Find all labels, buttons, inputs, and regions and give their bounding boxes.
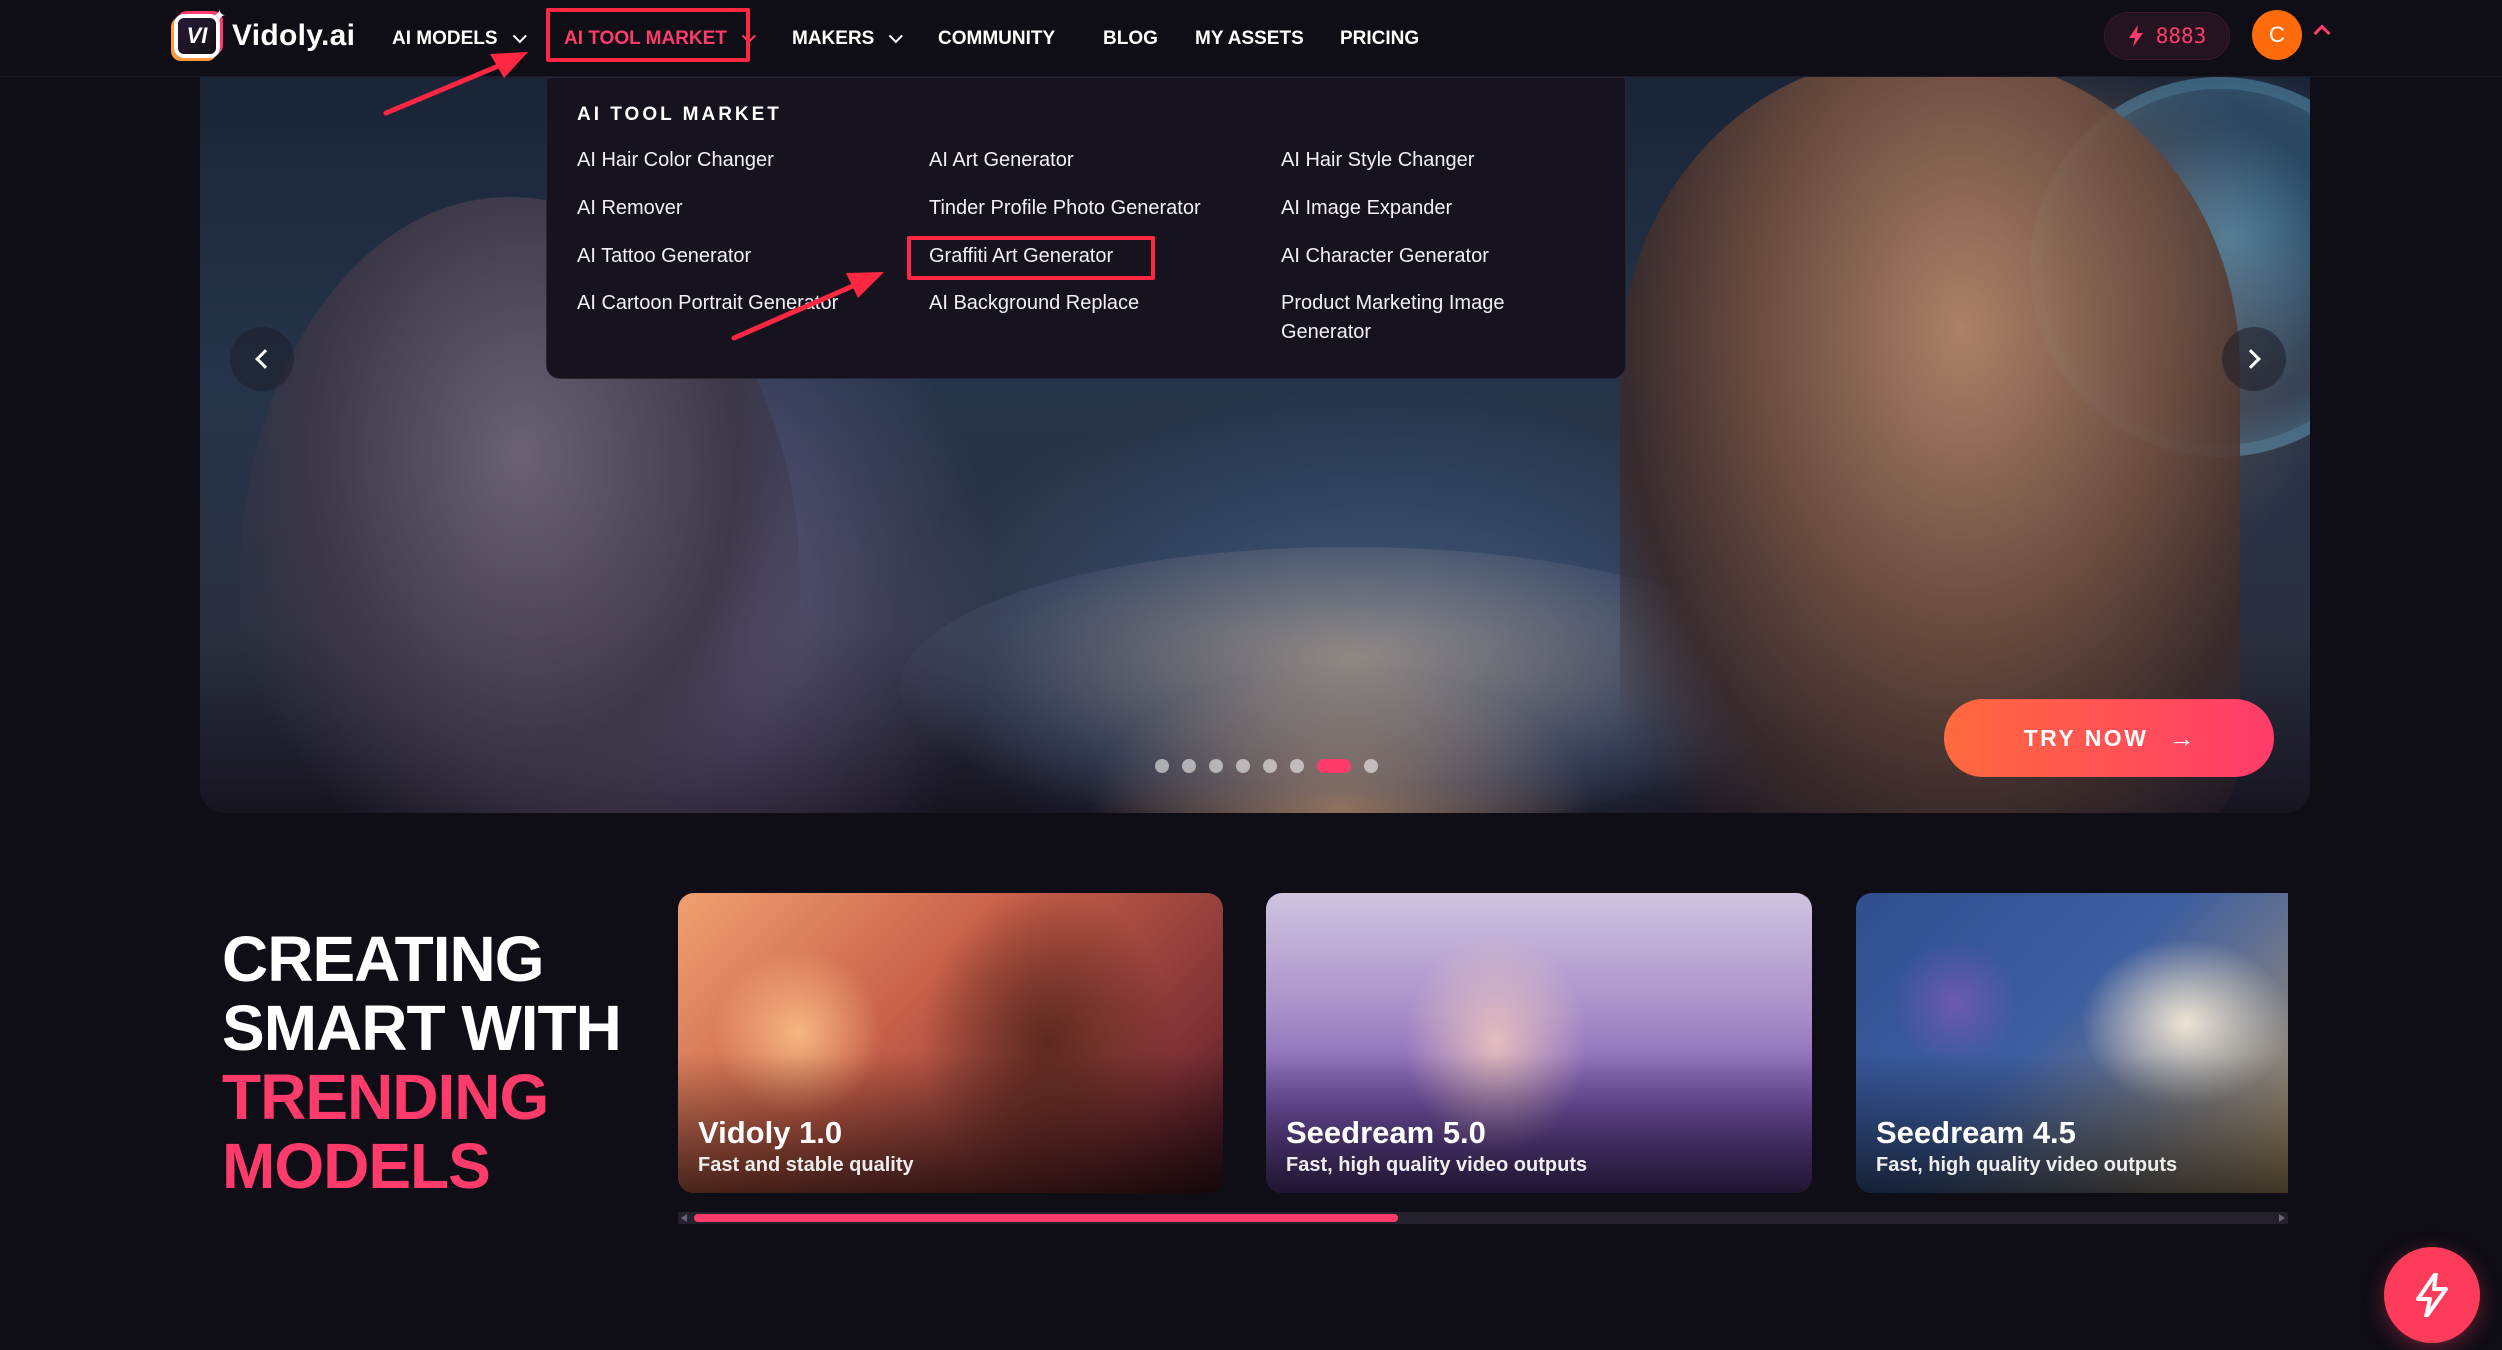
carousel-prev-button[interactable]	[230, 327, 294, 391]
model-card-description: Fast, high quality video outputs	[1876, 1154, 2178, 1176]
try-now-label: TRY NOW	[2023, 724, 2149, 751]
model-card-title: Vidoly 1.0	[698, 1115, 843, 1150]
dropdown-item-product-marketing-image-generator[interactable]: Product Marketing Image Generator	[1281, 289, 1541, 347]
dropdown-item-ai-hair-color-changer[interactable]: AI Hair Color Changer	[577, 146, 774, 175]
user-avatar[interactable]: C	[2252, 10, 2302, 60]
trending-heading-line-4: MODELS	[222, 1130, 491, 1202]
carousel-dot[interactable]	[1182, 759, 1196, 773]
credits-badge[interactable]: 8883	[2104, 12, 2230, 60]
carousel-dot[interactable]	[1263, 759, 1277, 773]
nav-ai-models-label: AI MODELS	[392, 28, 498, 49]
model-card-vidoly-1-0[interactable]: Vidoly 1.0 Fast and stable quality	[678, 893, 1223, 1193]
sparkle-icon: ✦	[212, 8, 226, 25]
annotation-highlight-graffiti	[907, 236, 1155, 280]
chevron-up-icon[interactable]	[2313, 24, 2331, 42]
try-now-button[interactable]: TRY NOW →	[1944, 699, 2274, 777]
model-card-seedream-4-5[interactable]: Seedream 4.5 Fast, high quality video ou…	[1856, 893, 2288, 1193]
dropdown-item-ai-cartoon-portrait-generator[interactable]: AI Cartoon Portrait Generator	[577, 289, 838, 318]
nav-community[interactable]: COMMUNITY	[938, 22, 1055, 56]
dropdown-item-ai-character-generator[interactable]: AI Character Generator	[1281, 242, 1489, 271]
nav-makers-label: MAKERS	[792, 28, 875, 49]
model-card-seedream-5-0[interactable]: Seedream 5.0 Fast, high quality video ou…	[1266, 893, 1812, 1193]
carousel-dot[interactable]	[1209, 759, 1223, 773]
annotation-highlight-nav	[546, 8, 750, 62]
lightning-icon	[2416, 1273, 2448, 1317]
model-card-title: Seedream 5.0	[1286, 1115, 1486, 1150]
dropdown-item-ai-hair-style-changer[interactable]: AI Hair Style Changer	[1281, 146, 1474, 175]
brand-name: Vidoly.ai	[232, 19, 356, 52]
model-card-title: Seedream 4.5	[1876, 1115, 2076, 1150]
dropdown-item-ai-art-generator[interactable]: AI Art Generator	[929, 146, 1074, 175]
nav-community-label: COMMUNITY	[938, 28, 1056, 49]
ai-tool-market-dropdown: AI TOOL MARKET AI Hair Color Changer AI …	[546, 77, 1626, 379]
nav-my-assets[interactable]: MY ASSETS	[1195, 22, 1304, 56]
lightning-icon	[2128, 25, 2143, 47]
avatar-initial: C	[2269, 22, 2285, 47]
dropdown-item-ai-tattoo-generator[interactable]: AI Tattoo Generator	[577, 242, 751, 271]
nav-blog-label: BLOG	[1103, 28, 1158, 49]
chevron-left-icon	[255, 349, 275, 369]
scrollbar-thumb[interactable]	[694, 1214, 1398, 1222]
nav-makers[interactable]: MAKERS	[792, 22, 904, 56]
carousel-dot[interactable]	[1155, 759, 1169, 773]
carousel-dot[interactable]	[1290, 759, 1304, 773]
quick-action-button[interactable]	[2384, 1247, 2480, 1343]
dropdown-item-ai-image-expander[interactable]: AI Image Expander	[1281, 194, 1452, 223]
chevron-down-icon	[512, 29, 527, 44]
nav-my-assets-label: MY ASSETS	[1195, 28, 1304, 49]
chevron-right-icon	[2241, 349, 2261, 369]
trending-heading-line-3: TRENDING	[222, 1061, 549, 1133]
model-card-description: Fast and stable quality	[698, 1154, 914, 1176]
trending-heading-line-1: CREATING	[222, 923, 544, 995]
nav-ai-models[interactable]: AI MODELS	[392, 22, 527, 56]
dropdown-title: AI TOOL MARKET	[577, 104, 782, 125]
trending-heading: CREATING SMART WITH TRENDING MODELS	[222, 923, 622, 1202]
logo-mark: VI ✦	[174, 8, 226, 58]
chevron-down-icon	[889, 29, 904, 44]
scroll-right-icon[interactable]	[2279, 1214, 2285, 1222]
top-navbar: VI ✦ Vidoly.ai AI MODELS AI TOOL MARKET …	[0, 0, 2502, 77]
dropdown-item-ai-remover[interactable]: AI Remover	[577, 194, 683, 223]
dropdown-item-ai-background-replace[interactable]: AI Background Replace	[929, 289, 1139, 318]
dropdown-item-tinder-profile-photo-generator[interactable]: Tinder Profile Photo Generator	[929, 194, 1201, 223]
credits-count: 8883	[2155, 24, 2207, 48]
nav-pricing[interactable]: PRICING	[1340, 22, 1419, 56]
logo-mark-text: VI	[186, 23, 208, 48]
nav-pricing-label: PRICING	[1340, 28, 1420, 49]
carousel-dot[interactable]	[1364, 759, 1378, 773]
carousel-dot[interactable]	[1317, 759, 1351, 773]
models-scrollbar[interactable]	[678, 1212, 2288, 1224]
brand-logo[interactable]: VI ✦ Vidoly.ai	[174, 8, 356, 60]
scroll-left-icon[interactable]	[681, 1214, 687, 1222]
model-card-description: Fast, high quality video outputs	[1286, 1154, 1588, 1176]
carousel-dots	[1155, 759, 1378, 773]
nav-blog[interactable]: BLOG	[1103, 22, 1158, 56]
trending-heading-line-2: SMART WITH	[222, 992, 622, 1064]
carousel-next-button[interactable]	[2222, 327, 2286, 391]
arrow-right-icon: →	[2168, 722, 2195, 753]
carousel-dot[interactable]	[1236, 759, 1250, 773]
